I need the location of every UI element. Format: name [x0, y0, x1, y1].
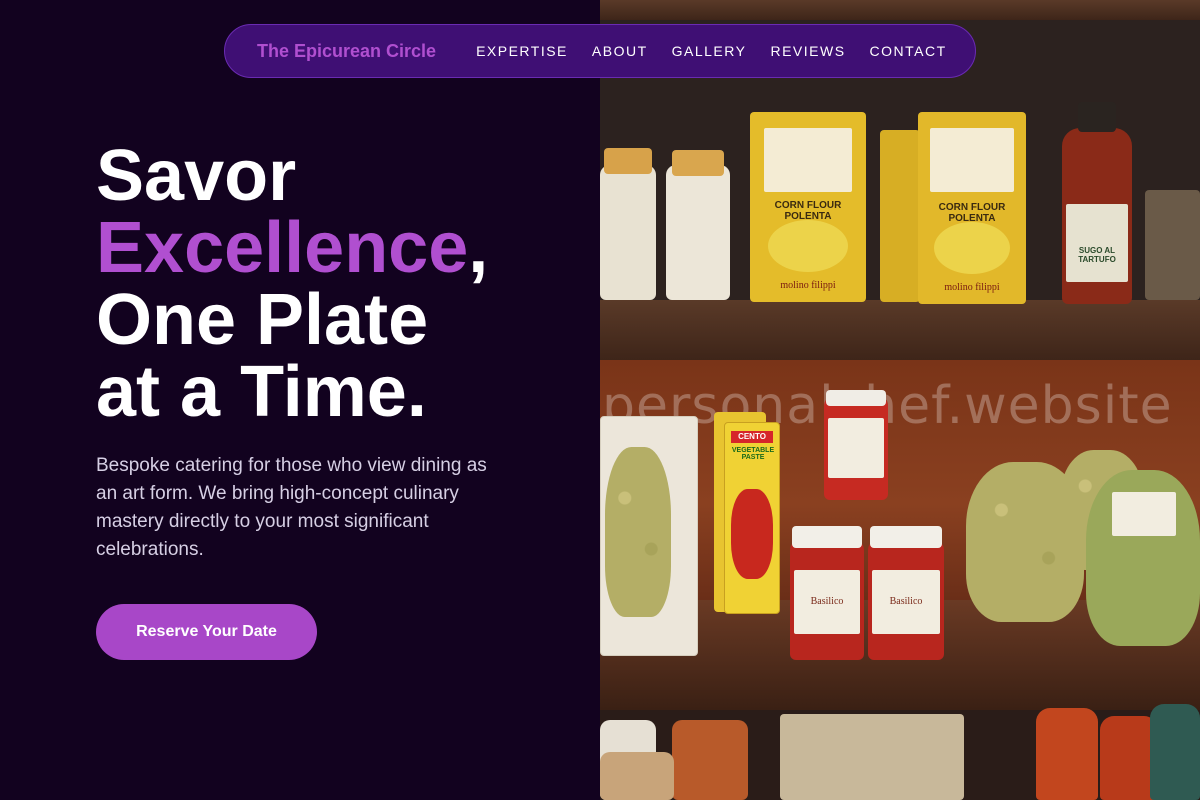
basilico-jar: Basilico — [868, 540, 944, 660]
hero-comma: , — [468, 208, 489, 288]
basilico-jar: Basilico — [790, 540, 864, 660]
shelf-board-top — [600, 0, 1200, 20]
pasta-bag — [1086, 470, 1200, 646]
hero-line-3: One Plate — [96, 280, 429, 360]
jar-lid — [672, 150, 724, 176]
nav-link-gallery[interactable]: GALLERY — [672, 43, 747, 59]
basilico-jar — [824, 396, 888, 500]
jar-lid — [604, 148, 652, 174]
pasta-bags — [780, 714, 964, 800]
jar — [600, 752, 674, 800]
basilico-label: Basilico — [889, 596, 923, 607]
bottle — [1150, 704, 1200, 800]
jar — [672, 720, 748, 800]
hero-section: Savor Excellence, One Plate at a Time. B… — [0, 0, 600, 800]
paste-label: VEGETABLE PASTE — [731, 447, 775, 461]
polenta-bag: CORN FLOUR POLENTA molino filippi — [918, 112, 1026, 304]
polenta-label: CORN FLOUR POLENTA — [938, 202, 1006, 224]
sauce-jar — [666, 165, 730, 300]
reserve-date-button[interactable]: Reserve Your Date — [96, 604, 317, 660]
hero-image: CORN FLOUR POLENTA molino filippi CORN F… — [600, 0, 1200, 800]
sauce-bottle — [1036, 708, 1098, 800]
nav-link-about[interactable]: ABOUT — [592, 43, 648, 59]
nav-links: EXPERTISE ABOUT GALLERY REVIEWS CONTACT — [476, 43, 947, 59]
shelf-board-1 — [600, 300, 1200, 360]
hero-line-1: Savor — [96, 136, 297, 216]
polenta-label: CORN FLOUR POLENTA — [774, 200, 842, 222]
main-nav: The Epicurean Circle EXPERTISE ABOUT GAL… — [224, 24, 976, 78]
sauce-jar — [600, 165, 656, 300]
pasta-box — [600, 416, 698, 656]
nav-link-reviews[interactable]: REVIEWS — [770, 43, 845, 59]
tartufo-bottle: SUGO AL TARTUFO — [1062, 128, 1132, 304]
vegetable-paste-box: CENTO VEGETABLE PASTE — [724, 422, 780, 614]
basilico-label: Basilico — [810, 596, 844, 607]
polenta-brand: molino filippi — [944, 282, 1000, 293]
hero-line-4: at a Time. — [96, 352, 427, 432]
polenta-bag: CORN FLOUR POLENTA molino filippi — [750, 112, 866, 302]
nav-link-expertise[interactable]: EXPERTISE — [476, 43, 568, 59]
hero-accent-word: Excellence — [96, 208, 469, 288]
hero-heading: Savor Excellence, One Plate at a Time. — [96, 140, 488, 428]
brand-logo[interactable]: The Epicurean Circle — [257, 41, 436, 62]
polenta-brand: molino filippi — [780, 280, 836, 291]
polenta-bag-side — [880, 130, 920, 302]
bottle-cap — [1078, 102, 1116, 132]
tartufo-label: SUGO AL TARTUFO — [1078, 246, 1116, 264]
bag-item — [1145, 190, 1200, 300]
hero-line-2: Excellence, — [96, 212, 488, 284]
jar-lid — [792, 526, 862, 548]
jar-lid — [870, 526, 942, 548]
hero-description: Bespoke catering for those who view dini… — [96, 455, 487, 560]
paste-brand: CENTO — [731, 431, 773, 443]
jar-lid — [826, 390, 886, 406]
nav-link-contact[interactable]: CONTACT — [870, 43, 947, 59]
